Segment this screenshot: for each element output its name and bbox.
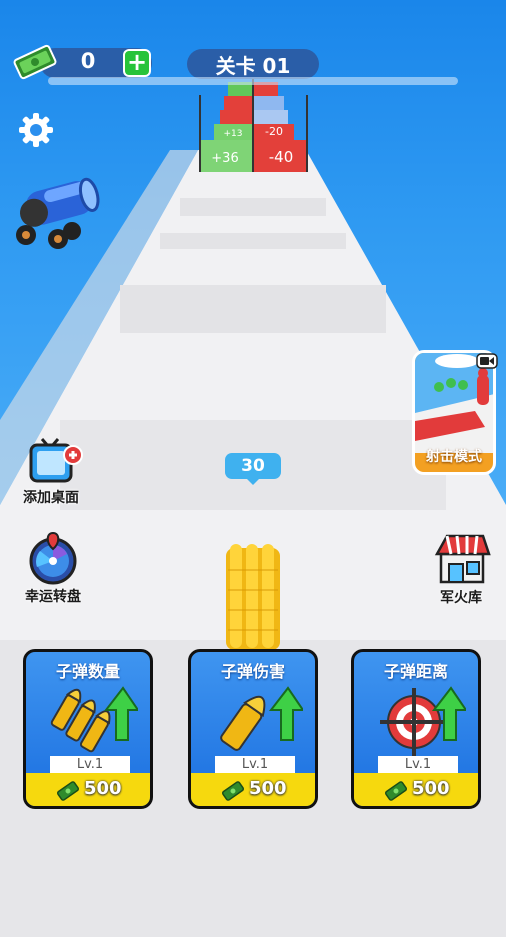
upgrade-price: 500: [249, 778, 287, 799]
armory-label[interactable]: 军火库: [416, 587, 506, 607]
lucky-wheel-label[interactable]: 幸运转盘: [8, 586, 98, 606]
gate-value-right: -40: [269, 148, 294, 166]
upgrade-price: 500: [84, 778, 122, 799]
upgrade-price: 500: [412, 778, 450, 799]
video-ad-icon: [476, 353, 498, 369]
gate-neutral: [254, 96, 284, 110]
bullet-damage-upgrade-icon: [220, 686, 303, 751]
gate-negative: [220, 110, 252, 124]
cash-icon: [384, 781, 408, 801]
gate-negative: [224, 96, 252, 110]
upgrade-title: 子弹伤害: [220, 662, 285, 681]
upgrade-level: Lv.1: [378, 756, 458, 774]
cash-icon: [13, 44, 57, 80]
upgrade-level: Lv.1: [50, 756, 130, 774]
cash-icon: [56, 781, 80, 801]
track-stripe: [120, 285, 386, 333]
shooting-mode-label: 射击模式: [426, 449, 482, 465]
cash-value: 0: [80, 49, 96, 73]
level-progress-bar: [48, 77, 458, 85]
bullets-upgrade-icon: [50, 686, 138, 753]
upgrade-level: Lv.1: [215, 756, 295, 774]
gate-value-right: -20: [265, 125, 283, 138]
track-stripe: [160, 233, 346, 249]
track-stripe: [180, 198, 326, 216]
bullet-count-bubble: 30: [225, 453, 281, 485]
upgrade-title: 子弹数量: [55, 662, 120, 681]
upgrade-title: 子弹距离: [383, 662, 448, 681]
level-label: 关卡 01: [215, 54, 291, 78]
add-cash-button[interactable]: +: [123, 49, 151, 77]
upgrade-card-bullet-quantity[interactable]: 子弹数量 Lv.1 500: [23, 649, 153, 809]
cash-icon: [221, 781, 245, 801]
armory-shop-icon[interactable]: [433, 530, 491, 586]
gate-value-left: +13: [224, 129, 243, 139]
cannon-skin-icon[interactable]: [8, 165, 104, 255]
upgrade-card-bullet-damage[interactable]: 子弹伤害 Lv.1 500: [188, 649, 318, 809]
lucky-wheel-icon[interactable]: [26, 531, 80, 585]
upgrade-card-bullet-range[interactable]: 子弹距离 Lv.1 500: [351, 649, 481, 809]
target-range-upgrade-icon: [380, 686, 466, 756]
bullet-stack: [226, 544, 280, 650]
add-desktop-label[interactable]: 添加桌面: [6, 487, 96, 507]
gate-value-left: +36: [211, 151, 238, 166]
gate-neutral: [254, 110, 288, 124]
settings-gear-icon[interactable]: [16, 110, 56, 150]
add-desktop-tv-icon[interactable]: [28, 437, 86, 487]
